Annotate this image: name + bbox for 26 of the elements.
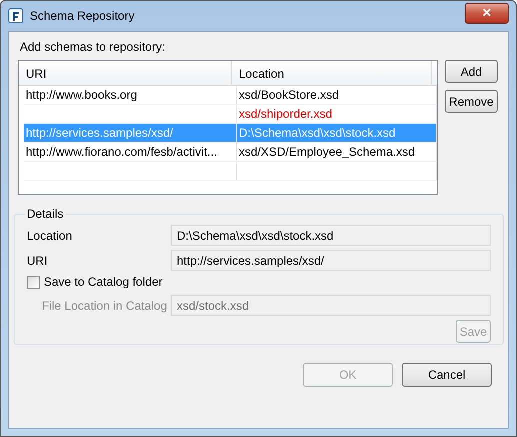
field-label: Location	[27, 228, 74, 242]
close-button[interactable]: ✕	[465, 2, 509, 24]
table-cell: http://services.samples/xsd/	[24, 124, 237, 142]
app-logo-icon	[8, 8, 24, 24]
checkbox-label: Save to Catalog folder	[44, 275, 163, 289]
field-label: URI	[27, 254, 49, 268]
table-cell: xsd/shiporder.xsd	[237, 105, 437, 123]
column-header[interactable]: Location	[232, 61, 432, 85]
field-label: File Location in Catalog	[41, 298, 168, 312]
dialog-button[interactable]: Cancel	[402, 363, 492, 387]
table-row[interactable]: http://www.books.org xsd/BookStore.xsd	[24, 86, 437, 105]
group-title: Details	[26, 207, 65, 221]
table-cell: D:\Schema\xsd\xsd\stock.xsd	[237, 124, 437, 142]
table-cell: xsd/BookStore.xsd	[237, 86, 437, 104]
table-cell: http://www.fiorano.com/fesb/activit...	[24, 143, 237, 161]
table-action-button[interactable]: Add	[445, 60, 498, 83]
text-field[interactable]: D:\Schema\xsd\xsd\stock.xsd	[171, 225, 491, 246]
text-field[interactable]: http://services.samples/xsd/	[171, 250, 491, 271]
table-action-button[interactable]: Remove	[445, 90, 498, 113]
table-row[interactable]: http://www.fiorano.com/fesb/activit... xsd/XSD/Employee_Schema.xsd	[24, 143, 437, 162]
table-cell: xsd/XSD/Employee_Schema.xsd	[237, 143, 437, 161]
checkbox[interactable]	[27, 276, 40, 288]
table-label: Add schemas to repository:	[20, 40, 166, 54]
table-cell: http://www.books.org	[24, 86, 237, 104]
window-title: Schema Repository	[30, 9, 136, 23]
column-header[interactable]: URI	[19, 61, 232, 85]
